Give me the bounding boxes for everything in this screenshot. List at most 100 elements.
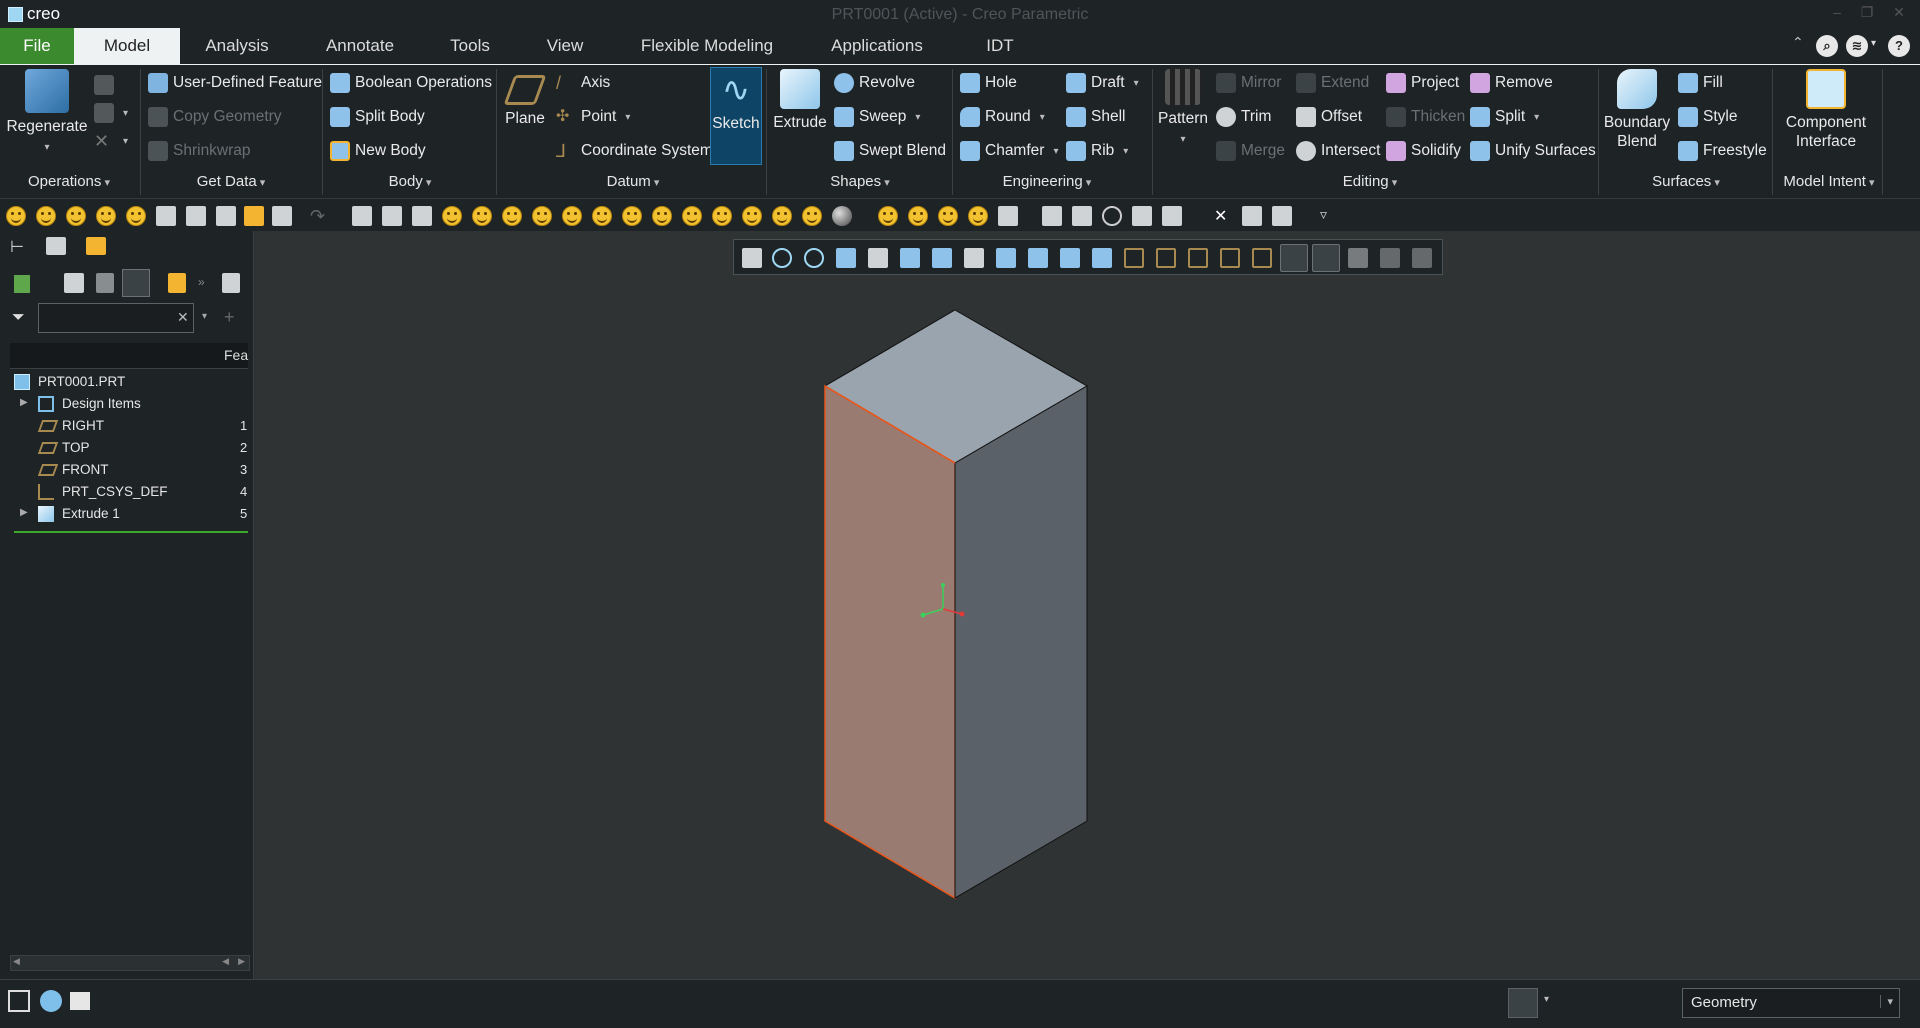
swept-blend-button[interactable]: Swept Blend bbox=[834, 139, 946, 163]
window-icon[interactable] bbox=[352, 206, 372, 226]
curve-icon[interactable] bbox=[1072, 206, 1092, 226]
project-button[interactable]: Project bbox=[1386, 71, 1459, 95]
folder-browser-tab-icon[interactable] bbox=[86, 237, 106, 255]
save-icon[interactable] bbox=[216, 206, 236, 226]
tree-item-top[interactable]: TOP 2 bbox=[10, 437, 250, 459]
display-style-icon[interactable] bbox=[868, 248, 888, 268]
refit-icon[interactable] bbox=[742, 248, 762, 268]
show-navigator-icon[interactable] bbox=[8, 990, 30, 1012]
round-button[interactable]: Round ▾ bbox=[960, 105, 1045, 129]
tree-item-prt-csys-def[interactable]: PRT_CSYS_DEF 4 bbox=[10, 481, 250, 503]
offset-button[interactable]: Offset bbox=[1296, 105, 1362, 129]
smiley-icon[interactable] bbox=[772, 206, 792, 226]
smiley-icon[interactable] bbox=[622, 206, 642, 226]
full-screen-icon[interactable] bbox=[70, 992, 90, 1010]
find-icon[interactable] bbox=[1508, 988, 1538, 1018]
tree-item-extrude-1[interactable]: ▶ Extrude 1 5 bbox=[10, 503, 250, 525]
sketch-button[interactable]: ∿ Sketch bbox=[710, 67, 762, 165]
remove-button[interactable]: Remove bbox=[1470, 71, 1553, 95]
smiley-icon[interactable] bbox=[562, 206, 582, 226]
tab-view[interactable]: View bbox=[535, 28, 595, 64]
selection-filter-dropdown[interactable]: Geometry ▾ bbox=[1682, 988, 1900, 1018]
view-manager-icon[interactable] bbox=[932, 248, 952, 268]
body-icon[interactable] bbox=[14, 275, 30, 293]
extrude-button[interactable]: Extrude bbox=[770, 69, 830, 165]
tab-file[interactable]: File bbox=[0, 28, 74, 64]
solidify-button[interactable]: Solidify bbox=[1386, 139, 1461, 163]
tree-list-icon[interactable] bbox=[64, 273, 84, 293]
point-display-icon[interactable] bbox=[1188, 248, 1208, 268]
new-file-icon[interactable] bbox=[186, 206, 206, 226]
graphics-window[interactable] bbox=[255, 231, 1920, 979]
tree-settings-icon[interactable] bbox=[168, 273, 186, 293]
spin-center-icon[interactable] bbox=[1280, 244, 1308, 272]
settings-dropdown-icon[interactable]: ▾ bbox=[1871, 38, 1876, 49]
group-get-data-label[interactable]: Get Data bbox=[142, 173, 320, 195]
axis-display-icon[interactable] bbox=[1156, 248, 1176, 268]
maximize-button[interactable]: ❐ bbox=[1856, 4, 1878, 22]
unify-surfaces-button[interactable]: Unify Surfaces bbox=[1470, 139, 1596, 163]
smiley-icon[interactable] bbox=[126, 206, 146, 226]
rib-button[interactable]: Rib ▾ bbox=[1066, 139, 1128, 163]
tree-filter-icon[interactable] bbox=[96, 273, 114, 293]
clear-search-icon[interactable]: ✕ bbox=[177, 309, 189, 326]
collapse-ribbon-icon[interactable]: ⌃ bbox=[1792, 34, 1804, 51]
expand-icon[interactable]: ▶ bbox=[20, 397, 28, 408]
regenerate-button[interactable]: Regenerate ▾ bbox=[4, 69, 90, 165]
shrinkwrap-button[interactable]: Shrinkwrap bbox=[148, 139, 251, 163]
tree-item-right[interactable]: RIGHT 1 bbox=[10, 415, 250, 437]
tab-analysis[interactable]: Analysis bbox=[190, 28, 284, 64]
group-editing-label[interactable]: Editing bbox=[1154, 173, 1586, 195]
group-engineering-label[interactable]: Engineering bbox=[954, 173, 1140, 195]
hidden-line-icon[interactable] bbox=[1092, 248, 1112, 268]
smiley-icon[interactable] bbox=[742, 206, 762, 226]
merge-button[interactable]: Merge bbox=[1216, 139, 1285, 163]
search-dropdown-icon[interactable]: ▾ bbox=[202, 311, 207, 322]
smiley-icon[interactable] bbox=[908, 206, 928, 226]
pattern-button[interactable]: Pattern ▾ bbox=[1156, 69, 1210, 165]
folder-icon[interactable] bbox=[244, 206, 264, 226]
annotation-display-icon[interactable] bbox=[1252, 248, 1272, 268]
tab-flexible-modeling[interactable]: Flexible Modeling bbox=[630, 28, 784, 64]
add-icon[interactable]: + bbox=[224, 307, 235, 328]
layer-tree-tab-icon[interactable] bbox=[46, 237, 66, 255]
group-body-label[interactable]: Body bbox=[324, 173, 496, 195]
smiley-icon[interactable] bbox=[802, 206, 822, 226]
tab-annotate[interactable]: Annotate bbox=[310, 28, 410, 64]
section-icon[interactable] bbox=[996, 248, 1016, 268]
dimension-icon[interactable] bbox=[1042, 206, 1062, 226]
tree-root[interactable]: PRT0001.PRT bbox=[10, 371, 250, 393]
fill-button[interactable]: Fill bbox=[1678, 71, 1723, 95]
copy-button[interactable] bbox=[94, 73, 114, 97]
paste-button[interactable]: ▾ bbox=[94, 101, 128, 125]
point-button[interactable]: ✣ Point ▾ bbox=[556, 105, 630, 129]
repaint-icon[interactable] bbox=[836, 248, 856, 268]
smiley-icon[interactable] bbox=[532, 206, 552, 226]
tab-model[interactable]: Model bbox=[74, 28, 180, 64]
tab-tools[interactable]: Tools bbox=[440, 28, 500, 64]
group-surfaces-label[interactable]: Surfaces bbox=[1600, 173, 1772, 195]
smiley-icon[interactable] bbox=[502, 206, 522, 226]
find-dropdown-icon[interactable]: ▾ bbox=[1544, 994, 1549, 1005]
boolean-operations-button[interactable]: Boolean Operations bbox=[330, 71, 492, 95]
group-operations-label[interactable]: Operations bbox=[0, 173, 138, 195]
show-browser-icon[interactable] bbox=[40, 990, 62, 1012]
display-icon[interactable] bbox=[1162, 206, 1182, 226]
feature-number-column[interactable]: Fea bbox=[224, 347, 248, 363]
axis-button[interactable]: / Axis bbox=[556, 71, 610, 95]
plane-display-icon[interactable] bbox=[1124, 248, 1144, 268]
measure-icon[interactable] bbox=[998, 206, 1018, 226]
sweep-button[interactable]: Sweep ▾ bbox=[834, 105, 920, 129]
horizontal-scrollbar[interactable]: ◀ ◀ ▶ bbox=[10, 955, 250, 971]
trim-button[interactable]: Trim bbox=[1216, 105, 1271, 129]
smiley-icon[interactable] bbox=[968, 206, 988, 226]
smiley-icon[interactable] bbox=[878, 206, 898, 226]
smiley-icon[interactable] bbox=[938, 206, 958, 226]
perspective-icon[interactable] bbox=[964, 248, 984, 268]
customize-toolbar-icon[interactable]: ▿ bbox=[1320, 206, 1340, 226]
smiley-icon[interactable] bbox=[96, 206, 116, 226]
zoom-in-icon[interactable] bbox=[772, 248, 792, 268]
style-button[interactable]: Style bbox=[1678, 105, 1737, 129]
show-icon[interactable] bbox=[222, 273, 240, 293]
tree-item-front[interactable]: FRONT 3 bbox=[10, 459, 250, 481]
